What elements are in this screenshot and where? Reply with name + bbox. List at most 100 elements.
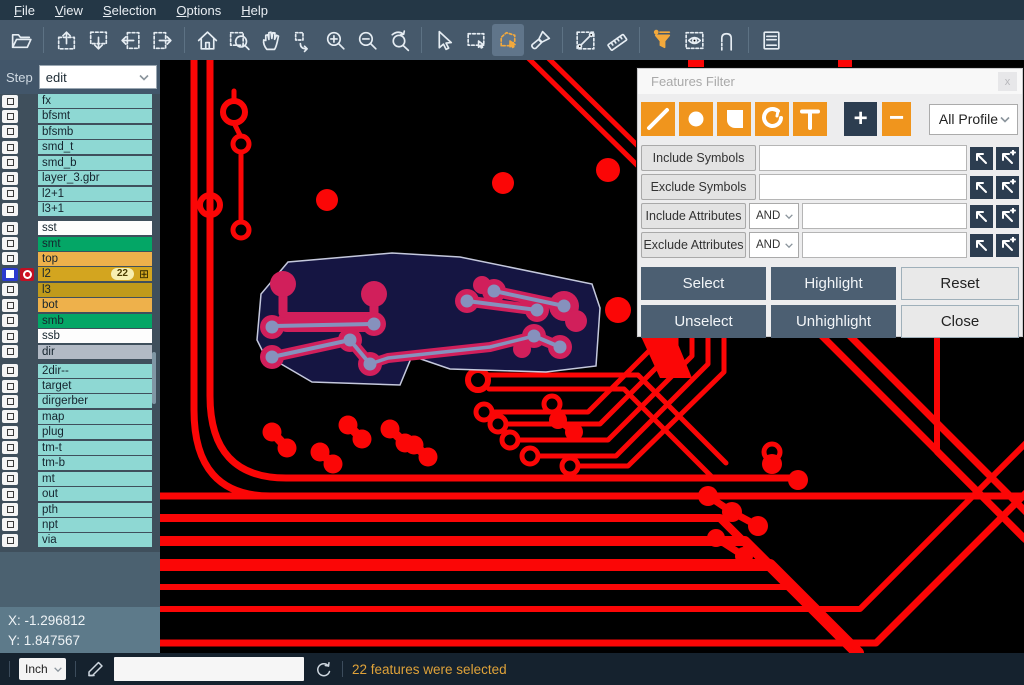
layer-row-smb[interactable]: smb	[0, 314, 160, 328]
dialog-title-bar[interactable]: Features Filter x	[638, 69, 1022, 94]
pointer-select-button[interactable]	[428, 24, 460, 56]
include-symbols-input[interactable]	[759, 145, 967, 171]
layer-row-bfsmt[interactable]: bfsmt	[0, 109, 160, 123]
layer-name-bar[interactable]: map	[38, 410, 152, 424]
layer-name-bar[interactable]: top	[38, 252, 152, 266]
layer-row-tm-t[interactable]: tm-t	[0, 441, 160, 455]
layer-row-dir[interactable]: dir	[0, 345, 160, 359]
layer-row-fx[interactable]: fx	[0, 94, 160, 108]
layer-checkbox[interactable]	[2, 534, 18, 547]
layer-name-bar[interactable]: via	[38, 533, 152, 547]
layer-name-bar[interactable]: npt	[38, 518, 152, 532]
layer-row-plug[interactable]: plug	[0, 425, 160, 439]
highlight-button[interactable]: Highlight	[771, 267, 896, 300]
arc-tool-button[interactable]	[755, 102, 789, 136]
layer-row-2dir-[interactable]: 2dir--	[0, 364, 160, 378]
exclude-symbols-button[interactable]: Exclude Symbols	[641, 174, 756, 200]
menu-item-selection[interactable]: Selection	[93, 2, 166, 19]
include-attributes-button[interactable]: Include Attributes	[641, 203, 746, 229]
layer-name-bar[interactable]: mt	[38, 472, 152, 486]
include-symbols-button[interactable]: Include Symbols	[641, 145, 756, 171]
clean-brush-button[interactable]	[524, 24, 556, 56]
layer-checkbox[interactable]	[2, 141, 18, 154]
zoom-window-button[interactable]	[223, 24, 255, 56]
polygon-select-button[interactable]	[492, 24, 524, 56]
layer-row-map[interactable]: map	[0, 410, 160, 424]
layer-name-bar[interactable]: out	[38, 487, 152, 501]
layer-checkbox[interactable]	[2, 283, 18, 296]
layer-name-bar[interactable]: bot	[38, 298, 152, 312]
features-filter-button[interactable]	[646, 24, 678, 56]
pick-add-symbol-button[interactable]	[996, 147, 1019, 170]
layer-checkbox[interactable]	[2, 252, 18, 265]
layer-checkbox[interactable]	[2, 457, 18, 470]
layer-row-l2[interactable]: l222⊞	[0, 267, 160, 281]
exclude-attributes-input[interactable]	[802, 232, 967, 258]
pick-symbol-button[interactable]	[970, 234, 993, 257]
layer-checkbox[interactable]	[2, 268, 18, 281]
layer-name-bar[interactable]: layer_3.gbr	[38, 171, 152, 185]
text-tool-button[interactable]	[793, 102, 827, 136]
layer-checkbox[interactable]	[2, 426, 18, 439]
layer-checkbox[interactable]	[2, 472, 18, 485]
zoom-in-button[interactable]	[319, 24, 351, 56]
layer-checkbox[interactable]	[2, 237, 18, 250]
layer-checkbox[interactable]	[2, 299, 18, 312]
layer-name-bar[interactable]: smd_b	[38, 156, 152, 170]
layer-name-bar[interactable]: bfsmb	[38, 125, 152, 139]
menu-item-help[interactable]: Help	[231, 2, 278, 19]
dialog-close-button[interactable]: x	[998, 72, 1017, 91]
layer-name-bar[interactable]: 2dir--	[38, 364, 152, 378]
pick-symbol-button[interactable]	[970, 176, 993, 199]
layer-row-npt[interactable]: npt	[0, 518, 160, 532]
layer-name-bar[interactable]: bfsmt	[38, 109, 152, 123]
layer-checkbox[interactable]	[2, 518, 18, 531]
layer-row-sst[interactable]: sst	[0, 221, 160, 235]
layer-name-bar[interactable]: l2+1	[38, 187, 152, 201]
layer-checkbox[interactable]	[2, 410, 18, 423]
step-select[interactable]: edit	[39, 65, 157, 89]
layer-row-bfsmb[interactable]: bfsmb	[0, 125, 160, 139]
exclude-symbols-input[interactable]	[759, 174, 967, 200]
layer-row-ssb[interactable]: ssb	[0, 329, 160, 343]
layer-checkbox[interactable]	[2, 110, 18, 123]
layer-name-bar[interactable]: l222⊞	[38, 267, 152, 281]
layer-checkbox[interactable]	[2, 503, 18, 516]
remove-filter-button[interactable]: −	[882, 102, 911, 136]
layer-name-bar[interactable]: tm-t	[38, 441, 152, 455]
layer-row-dirgerber[interactable]: dirgerber	[0, 394, 160, 408]
layer-checkbox[interactable]	[2, 95, 18, 108]
layer-checkbox[interactable]	[2, 222, 18, 235]
layer-row-smd-b[interactable]: smd_b	[0, 156, 160, 170]
menu-item-options[interactable]: Options	[166, 2, 231, 19]
layer-name-bar[interactable]: sst	[38, 221, 152, 235]
open-button[interactable]	[5, 24, 37, 56]
zoom-out-button[interactable]	[351, 24, 383, 56]
layer-name-bar[interactable]: target	[38, 379, 152, 393]
close-button[interactable]: Close	[901, 305, 1019, 338]
pick-add-symbol-button[interactable]	[996, 176, 1019, 199]
layer-checkbox[interactable]	[2, 156, 18, 169]
menu-item-view[interactable]: View	[45, 2, 93, 19]
layer-name-bar[interactable]: ssb	[38, 329, 152, 343]
layer-name-bar[interactable]: l3+1	[38, 202, 152, 216]
layer-checkbox[interactable]	[2, 314, 18, 327]
layer-row-out[interactable]: out	[0, 487, 160, 501]
layer-checkbox[interactable]	[2, 345, 18, 358]
layer-row-mt[interactable]: mt	[0, 472, 160, 486]
refresh-button[interactable]	[313, 659, 333, 679]
command-input[interactable]	[114, 657, 304, 681]
unselect-button[interactable]: Unselect	[641, 305, 766, 338]
layer-checkbox[interactable]	[2, 172, 18, 185]
surface-tool-button[interactable]	[717, 102, 751, 136]
layer-checkbox[interactable]	[2, 441, 18, 454]
layer-checkbox[interactable]	[2, 380, 18, 393]
pan-up-button[interactable]	[50, 24, 82, 56]
layer-name-bar[interactable]: pth	[38, 503, 152, 517]
layer-name-bar[interactable]: smb	[38, 314, 152, 328]
layer-row-smt[interactable]: smt	[0, 237, 160, 251]
pan-right-button[interactable]	[146, 24, 178, 56]
add-filter-button[interactable]: +	[844, 102, 877, 136]
net-serpentine-button[interactable]	[710, 24, 742, 56]
layer-name-bar[interactable]: dir	[38, 345, 152, 359]
